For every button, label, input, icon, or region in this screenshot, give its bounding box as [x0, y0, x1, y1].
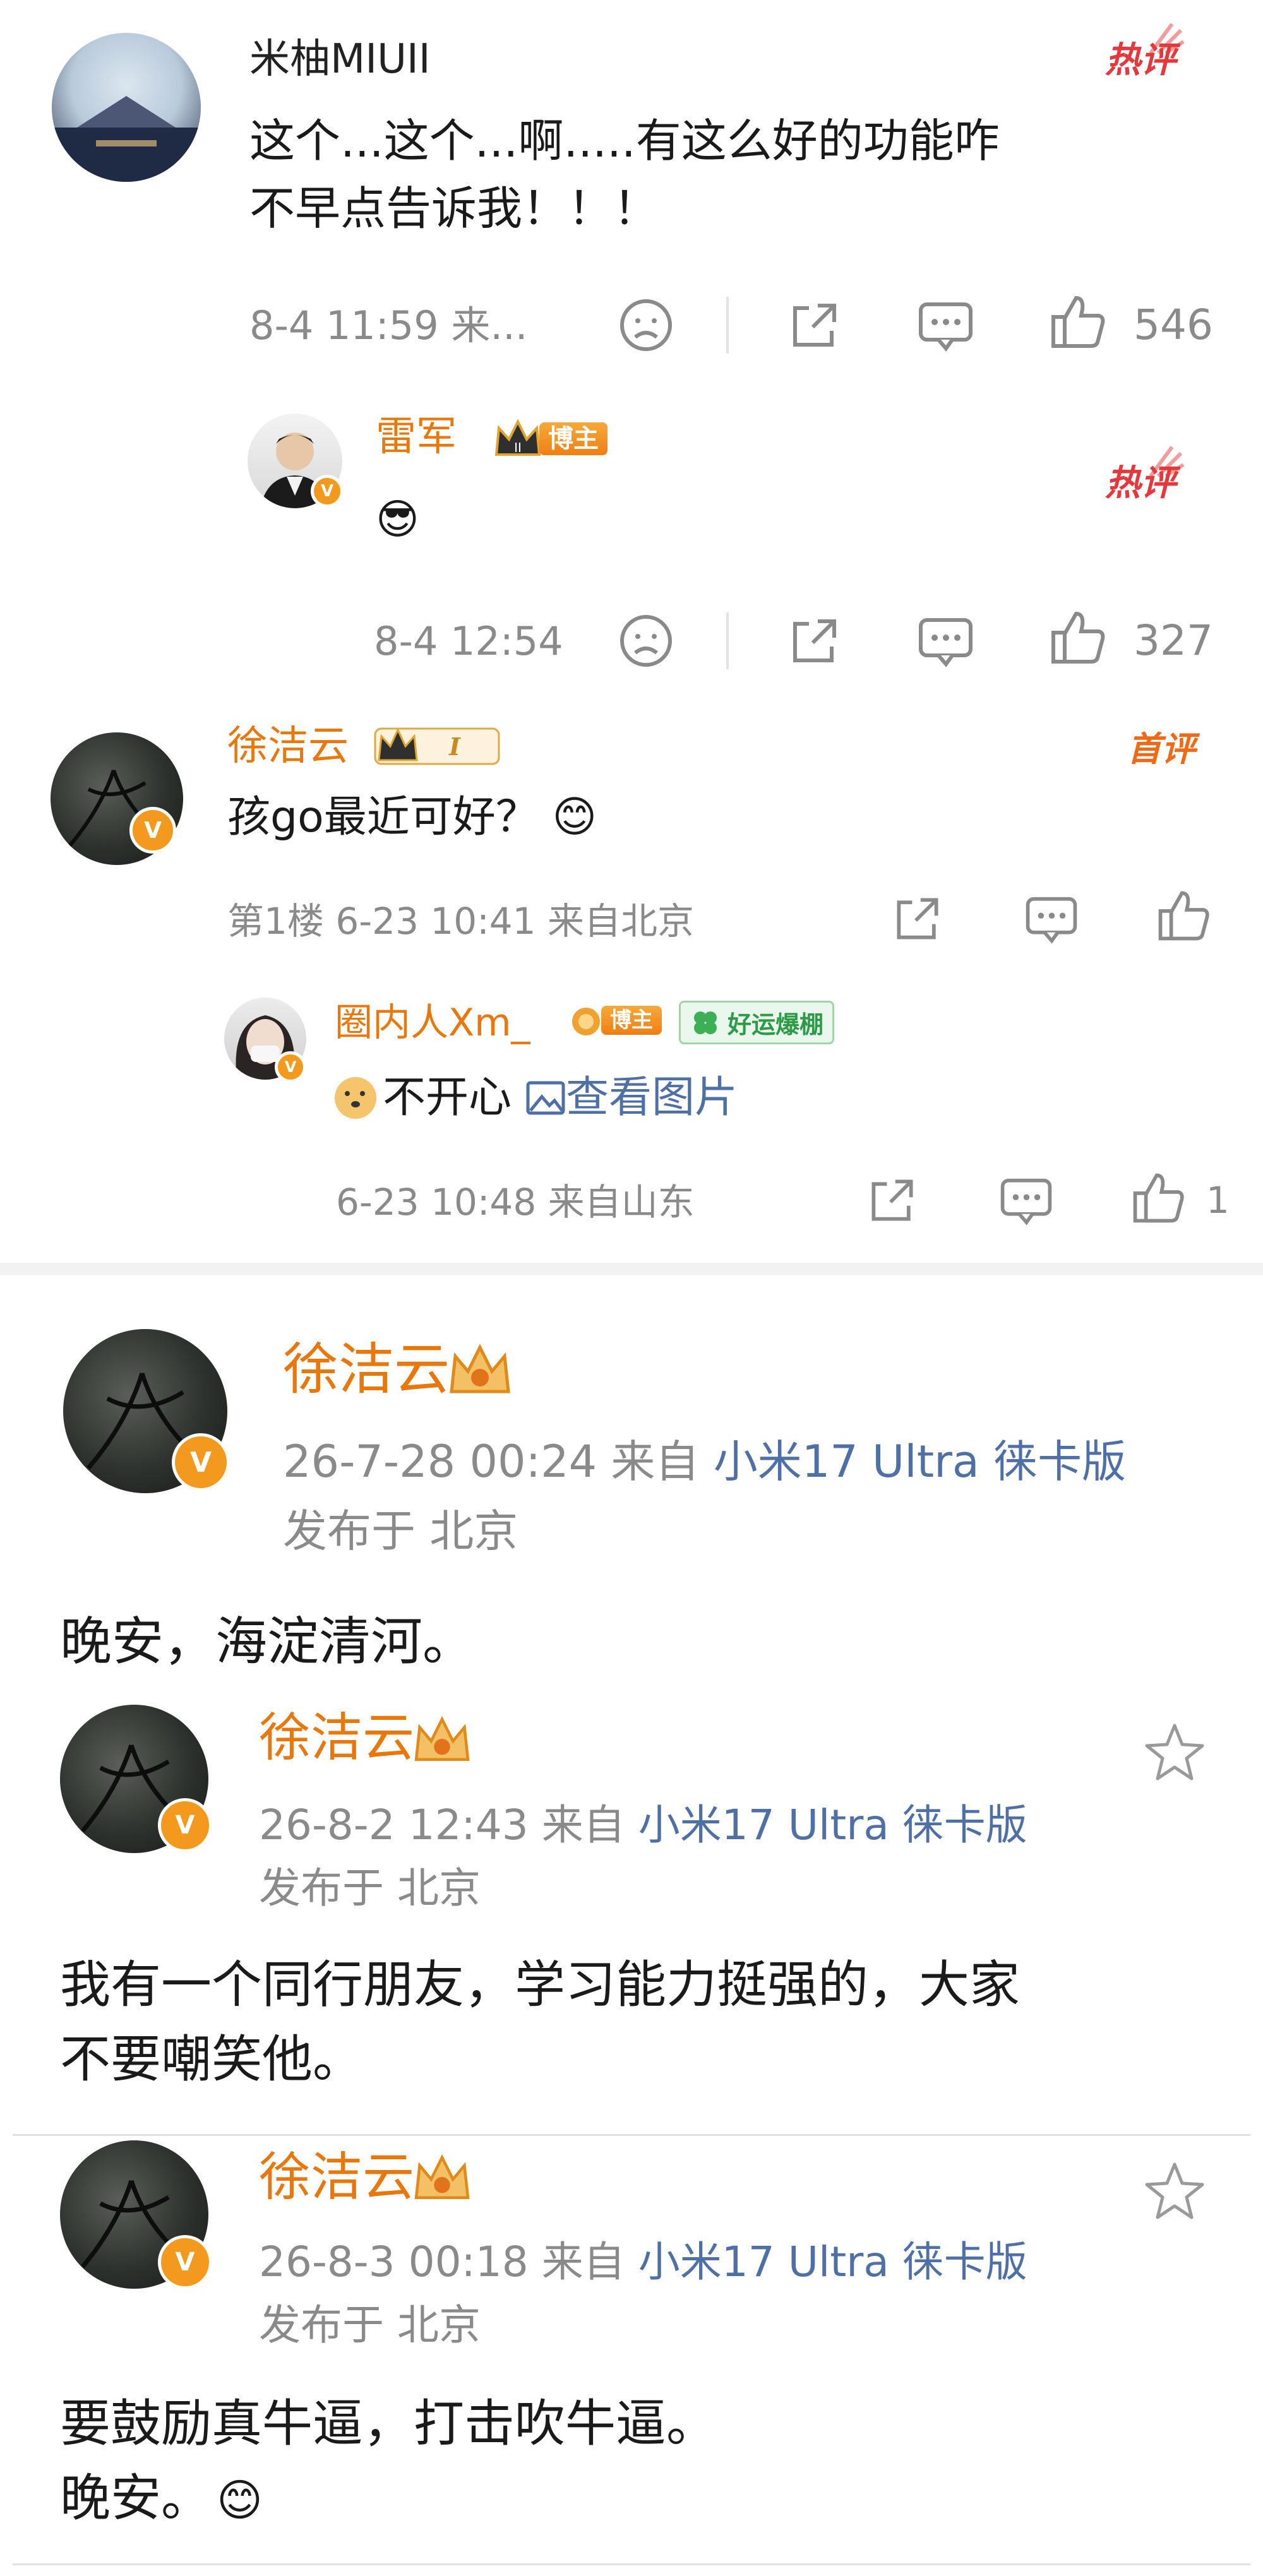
divider	[726, 297, 729, 354]
crown-icon	[414, 2154, 470, 2199]
verified-badge: V	[129, 807, 176, 854]
post-author[interactable]: 徐洁云	[283, 1342, 450, 1397]
star-icon[interactable]	[1143, 1720, 1206, 1784]
like-icon[interactable]	[1048, 292, 1108, 352]
hot-comment-label: 热评	[1105, 446, 1185, 501]
device-link[interactable]: 小米17 Ultra 徕卡版	[714, 1436, 1126, 1488]
avatar[interactable]	[52, 33, 201, 182]
reply-timestamp: 8-4 12:54	[374, 618, 563, 664]
comment-text: 孩go最近可好？ 😊	[227, 792, 597, 842]
dislike-face-icon[interactable]	[618, 612, 674, 669]
reply-author[interactable]: 雷军	[376, 417, 457, 457]
verified-badge: V	[158, 1798, 212, 1852]
like-icon[interactable]	[1130, 1169, 1187, 1226]
crown-icon	[414, 1716, 470, 1761]
reply-author[interactable]: 圈内人Xm_	[335, 1004, 530, 1042]
reply-text: 不开心 查看图片	[335, 1070, 738, 1126]
divider	[726, 612, 729, 669]
thread-2: V 徐洁云 I 首评 孩go最近可好？ 😊 第1楼 6-23 10:41 来自北…	[0, 707, 1263, 1263]
verified-badge: V	[172, 1433, 230, 1491]
comment-icon[interactable]	[1023, 891, 1080, 946]
flame-icon	[1149, 446, 1185, 478]
blogger-badge: 博主	[568, 1003, 662, 1038]
share-icon[interactable]	[786, 612, 843, 669]
hot-comment-label: 热评	[1105, 23, 1185, 78]
share-icon[interactable]	[786, 297, 843, 354]
comment-meta: 第1楼 6-23 10:41 来自北京	[227, 900, 694, 943]
verified-badge: V	[158, 2235, 212, 2289]
crown-icon: II	[494, 419, 541, 456]
blogger-tag: 博主	[601, 1006, 662, 1035]
smile-emoji: 😊	[217, 2474, 263, 2527]
doge-emoji	[335, 1077, 376, 1119]
post-location: 发布于 北京	[283, 1505, 518, 1557]
comment-icon[interactable]	[916, 612, 976, 669]
comment-icon[interactable]	[916, 297, 976, 354]
device-link[interactable]: 小米17 Ultra 徕卡版	[638, 1801, 1027, 1849]
verified-badge: V	[275, 1051, 306, 1083]
post-location: 发布于 北京	[259, 2301, 481, 2349]
crown-icon	[450, 1344, 510, 1393]
post-location: 发布于 北京	[259, 1864, 481, 1912]
share-icon[interactable]	[890, 891, 945, 946]
rank-badge: II 博主	[493, 417, 608, 461]
comment-text: 这个...这个...啊.....有这么好的功能咋 不早点告诉我！！！	[249, 114, 1000, 235]
like-icon[interactable]	[1048, 607, 1108, 667]
reply-meta: 6-23 10:48 来自山东	[336, 1181, 695, 1224]
verified-badge: V	[311, 475, 344, 508]
divider	[13, 2563, 1250, 2565]
post-text: 要鼓励真牛逼，打击吹牛逼。 晚安。 😊	[60, 2394, 717, 2528]
like-count: 327	[1134, 616, 1213, 665]
first-comment-label: 首评	[1127, 729, 1195, 769]
svg-text:I: I	[448, 732, 461, 761]
post-meta: 26-8-3 00:18 来自 小米17 Ultra 徕卡版	[259, 2238, 1027, 2286]
medal-icon	[572, 1008, 600, 1035]
comment-timestamp: 8-4 11:59 来...	[249, 302, 528, 349]
image-icon	[526, 1081, 565, 1115]
rank-badge: I	[373, 722, 505, 768]
reply-emoji: 😎	[376, 495, 419, 544]
dislike-face-icon[interactable]	[618, 297, 674, 354]
star-icon[interactable]	[1143, 2159, 1206, 2222]
post-text: 晚安，海淀清河。	[60, 1612, 475, 1672]
comment-icon[interactable]	[998, 1173, 1055, 1227]
separator-band	[0, 1263, 1263, 1275]
svg-text:II: II	[514, 440, 522, 455]
device-link[interactable]: 小米17 Ultra 徕卡版	[638, 2238, 1027, 2286]
post-meta: 26-8-2 12:43 来自 小米17 Ultra 徕卡版	[259, 1801, 1027, 1849]
post-meta: 26-7-28 00:24 来自 小米17 Ultra 徕卡版	[283, 1436, 1127, 1488]
flame-icon	[1149, 23, 1185, 55]
like-count: 1	[1206, 1179, 1230, 1222]
post-text: 我有一个同行朋友，学习能力挺强的，大家 不要嘲笑他。	[60, 1955, 1020, 2089]
comment-author[interactable]: 米柚MIUII	[249, 39, 431, 80]
divider	[13, 2134, 1250, 2136]
post-author[interactable]: 徐洁云	[259, 1712, 414, 1764]
lucky-badge: 好运爆棚	[679, 1001, 835, 1044]
view-image-link[interactable]: 查看图片	[525, 1070, 738, 1126]
crown-icon: I	[374, 727, 500, 765]
like-count: 546	[1134, 301, 1213, 349]
clover-icon	[694, 1011, 717, 1034]
like-icon[interactable]	[1156, 887, 1212, 944]
blogger-tag: 博主	[539, 422, 608, 455]
post-author[interactable]: 徐洁云	[259, 2152, 414, 2203]
comment-author[interactable]: 徐洁云	[227, 726, 349, 766]
share-icon[interactable]	[865, 1173, 919, 1227]
